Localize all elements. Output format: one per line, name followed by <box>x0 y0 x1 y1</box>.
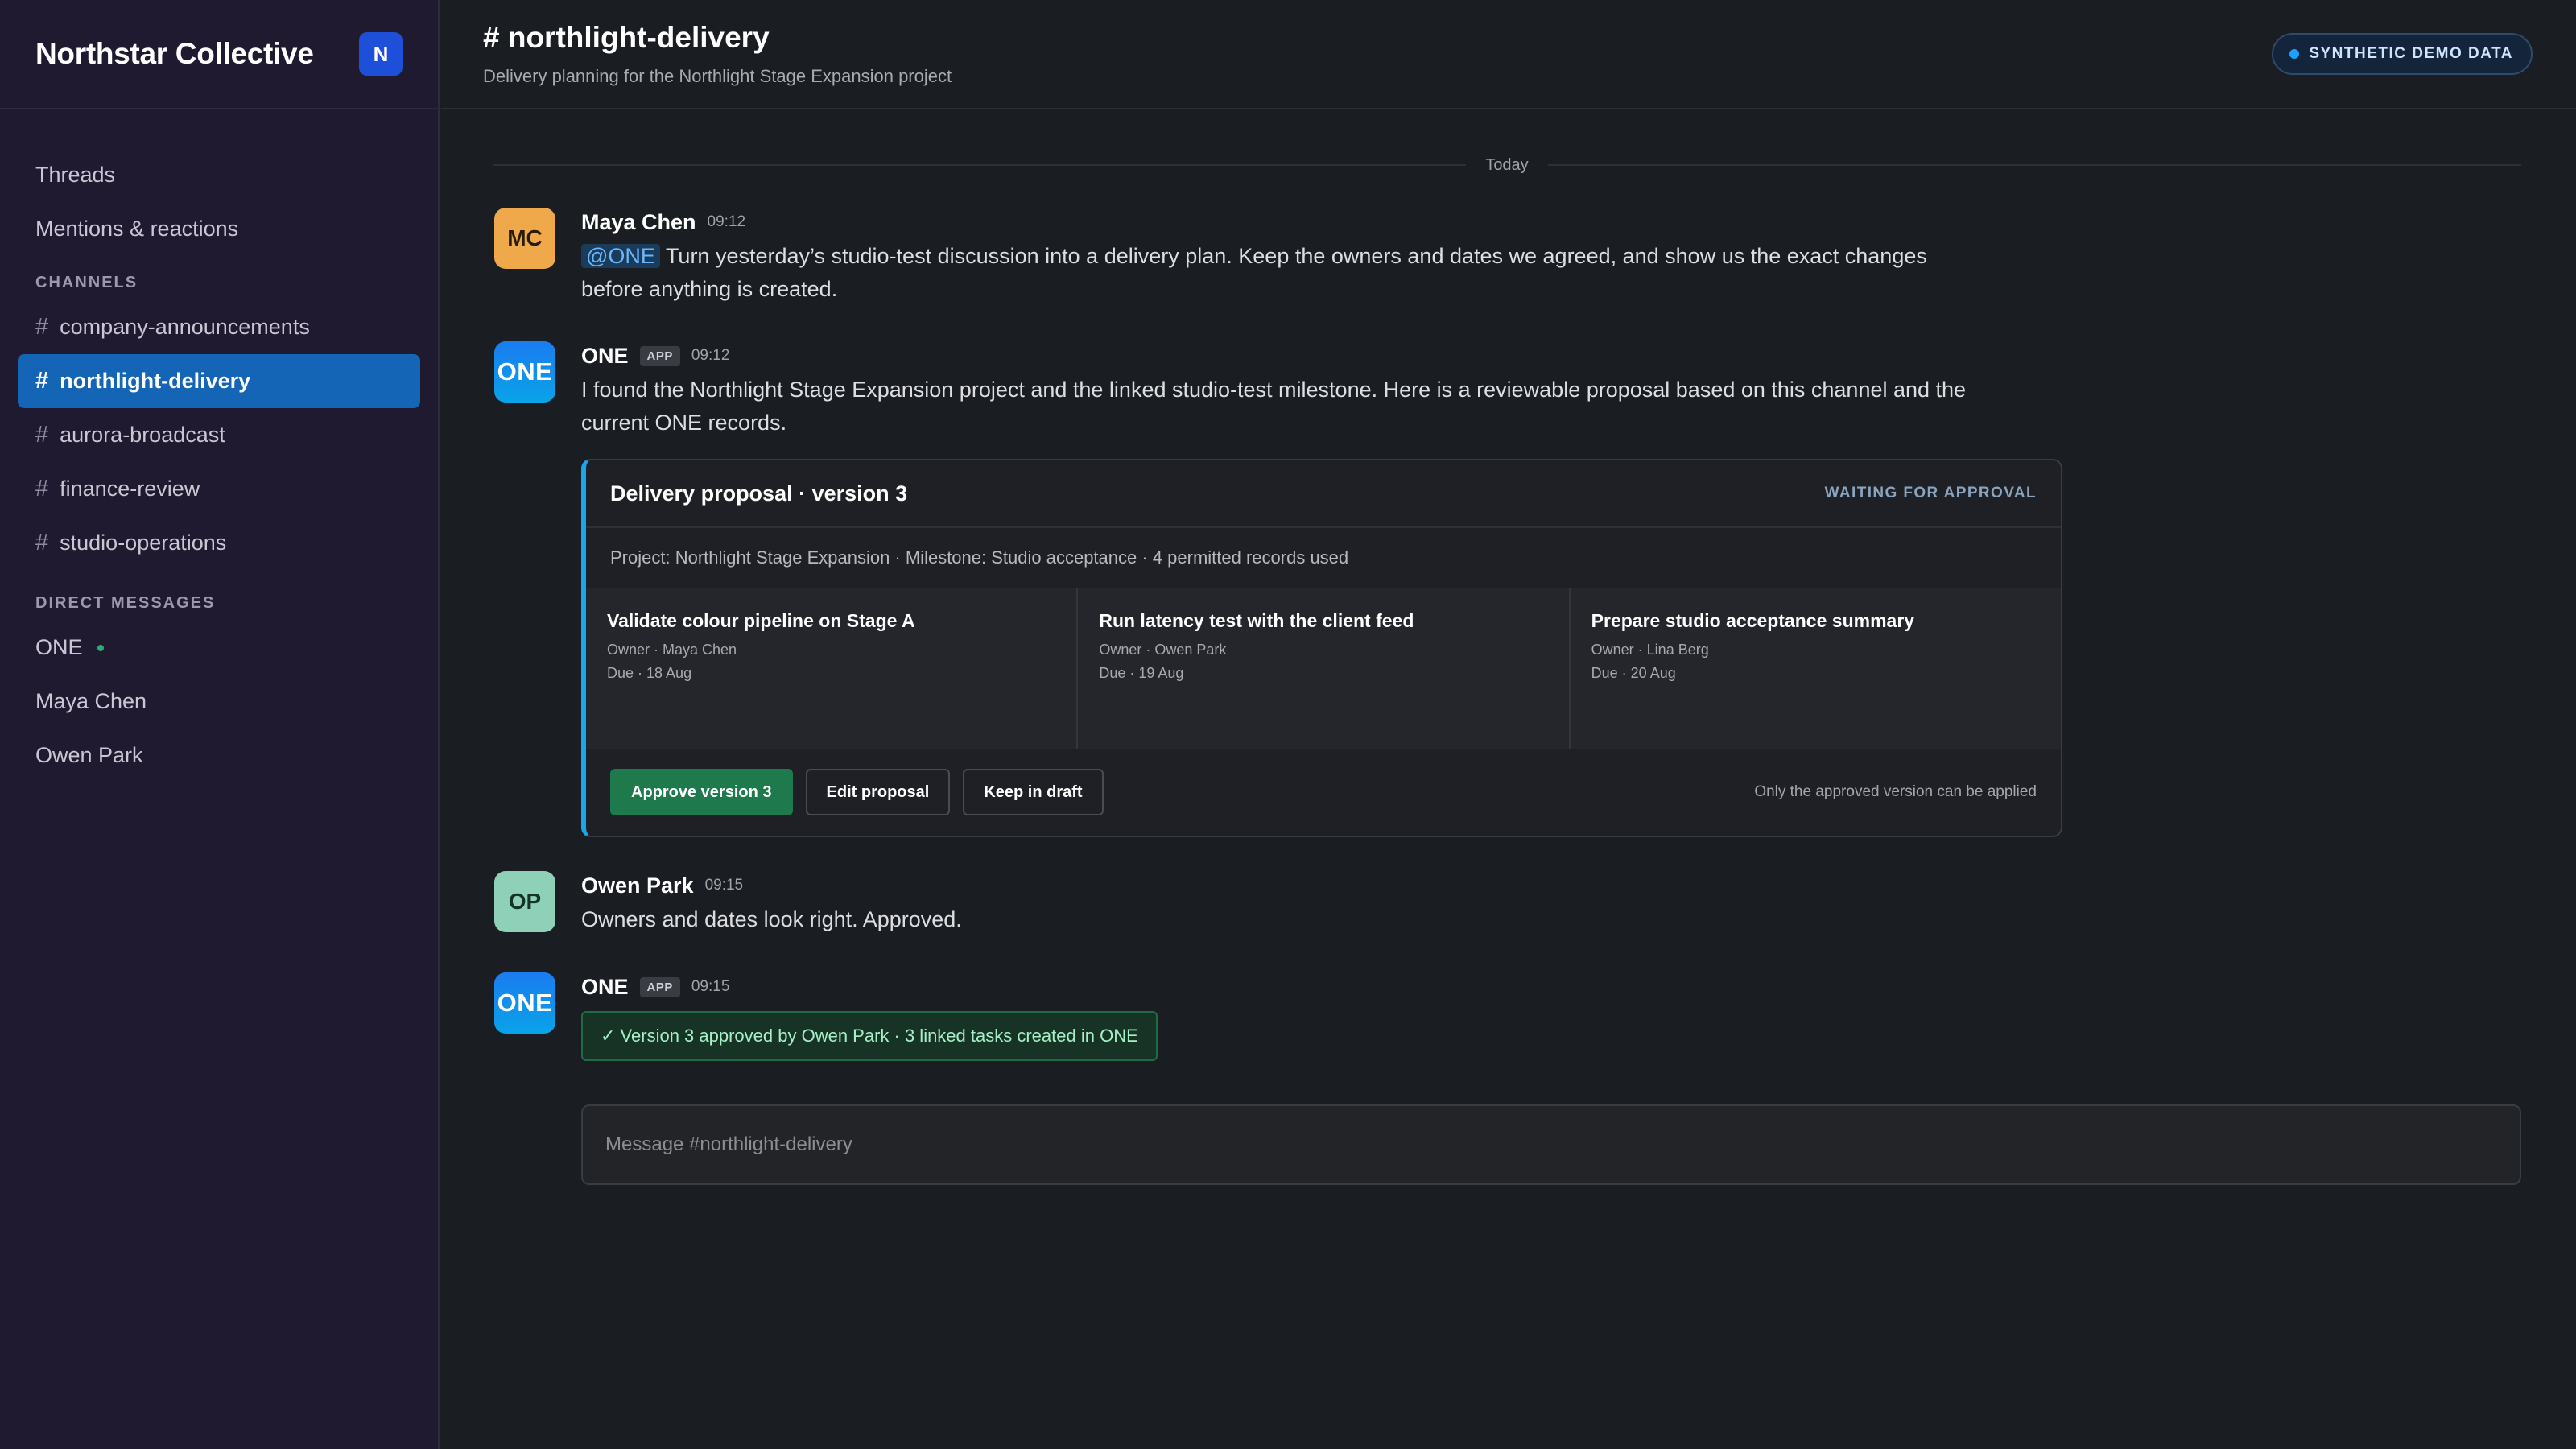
channels-section-label[interactable]: CHANNELS <box>0 256 438 300</box>
channel-label: company-announcements <box>60 315 310 339</box>
channel-label: finance-review <box>60 477 200 501</box>
proposal-scope: Project: Northlight Stage Expansion · Mi… <box>610 547 1349 568</box>
channel-label: aurora-broadcast <box>60 423 225 447</box>
dm-maya-chen[interactable]: Maya Chen <box>0 675 438 729</box>
message-text: I found the Northlight Stage Expansion p… <box>581 378 1967 435</box>
message-author[interactable]: Owen Park <box>581 873 694 898</box>
channel-header: # northlight-delivery Delivery planning … <box>441 0 2576 109</box>
avatar[interactable]: ONE <box>494 972 555 1034</box>
sidebar-item-mentions[interactable]: Mentions & reactions <box>0 202 438 256</box>
proposal-status: WAITING FOR APPROVAL <box>1824 485 2037 502</box>
hash-icon: # <box>35 422 49 448</box>
task-item: Run latency test with the client feed Ow… <box>1078 588 1571 749</box>
hash-icon: # <box>35 530 49 555</box>
task-title: Validate colour pipeline on Stage A <box>607 610 915 631</box>
dm-section-label[interactable]: DIRECT MESSAGES <box>0 576 438 621</box>
message: MC Maya Chen 09:12 @ONE Turn yesterday’s… <box>494 208 2521 306</box>
approve-button[interactable]: Approve version 3 <box>610 769 793 815</box>
message: ONE ONE APP 09:12 I found the Northlight… <box>494 341 2521 837</box>
dm-owen-park[interactable]: Owen Park <box>0 729 438 782</box>
hash-icon: # <box>35 314 49 340</box>
message-timestamp[interactable]: 09:15 <box>691 978 730 996</box>
proposal-title: Delivery proposal · version 3 <box>610 481 908 506</box>
sidebar-nav: Threads Mentions & reactions CHANNELS # … <box>0 109 438 782</box>
channel-company-announcements[interactable]: # company-announcements <box>18 300 420 354</box>
message-text: Owners and dates look right. Approved. <box>581 907 962 931</box>
edit-proposal-button[interactable]: Edit proposal <box>805 769 951 815</box>
hash-icon: # <box>35 368 49 394</box>
task-owner: Owner · Maya Chen <box>607 642 737 658</box>
divider-line <box>1547 164 2521 166</box>
channel-description: Delivery planning for the Northlight Sta… <box>483 66 952 86</box>
message-input[interactable] <box>605 1133 2497 1156</box>
workspace-header[interactable]: Northstar Collective N <box>0 0 438 109</box>
avatar[interactable]: MC <box>494 208 555 269</box>
channel-aurora-broadcast[interactable]: # aurora-broadcast <box>18 408 420 462</box>
date-divider: Today <box>493 153 2521 177</box>
demo-badge-label: SYNTHETIC DEMO DATA <box>2309 45 2513 62</box>
channel-studio-operations[interactable]: # studio-operations <box>18 516 420 570</box>
divider-line <box>493 164 1467 166</box>
avatar[interactable]: OP <box>494 871 555 932</box>
online-status-icon <box>97 644 104 651</box>
message-author[interactable]: Maya Chen <box>581 210 696 235</box>
message-timestamp[interactable]: 09:12 <box>691 347 730 365</box>
proposal-task-list: Validate colour pipeline on Stage A Owne… <box>586 588 2061 749</box>
proposal-card: Delivery proposal · version 3 WAITING FO… <box>581 459 2062 837</box>
app-badge: APP <box>639 345 680 366</box>
task-title: Run latency test with the client feed <box>1099 610 1414 631</box>
message-timestamp[interactable]: 09:12 <box>708 213 746 231</box>
channel-northlight-delivery[interactable]: # northlight-delivery <box>18 354 420 408</box>
task-due: Due · 19 Aug <box>1099 665 1184 681</box>
task-item: Prepare studio acceptance summary Owner … <box>1571 588 2061 749</box>
channel-view: # northlight-delivery Delivery planning … <box>441 0 2576 1449</box>
dm-one[interactable]: ONE <box>0 621 438 675</box>
sidebar: Northstar Collective N Threads Mentions … <box>0 0 440 1449</box>
task-owner: Owner · Owen Park <box>1099 642 1227 658</box>
workspace-name: Northstar Collective <box>35 37 314 70</box>
proposal-header: Delivery proposal · version 3 WAITING FO… <box>586 460 2061 528</box>
dm-label: ONE <box>35 635 83 659</box>
message-composer[interactable] <box>581 1104 2521 1185</box>
sidebar-item-threads[interactable]: Threads <box>0 148 438 202</box>
app-badge: APP <box>639 976 680 997</box>
channel-title[interactable]: # northlight-delivery <box>483 21 952 55</box>
message-timestamp[interactable]: 09:15 <box>705 877 744 894</box>
task-due: Due · 20 Aug <box>1591 665 1676 681</box>
task-item: Validate colour pipeline on Stage A Owne… <box>586 588 1079 749</box>
workspace-badge[interactable]: N <box>359 32 402 76</box>
message: OP Owen Park 09:15 Owners and dates look… <box>494 871 2521 936</box>
channel-label: studio-operations <box>60 530 227 555</box>
demo-data-badge: SYNTHETIC DEMO DATA <box>2272 33 2533 75</box>
message: ONE ONE APP 09:15 ✓ Version 3 approved b… <box>494 972 2521 1061</box>
channel-label: northlight-delivery <box>60 369 251 393</box>
approval-confirmation: ✓ Version 3 approved by Owen Park · 3 li… <box>581 1011 1158 1061</box>
dm-label: Owen Park <box>35 743 143 767</box>
mention-tag[interactable]: @ONE <box>581 244 660 268</box>
message-body: Turn yesterday’s studio-test discussion … <box>581 244 1927 301</box>
avatar[interactable]: ONE <box>494 341 555 402</box>
task-owner: Owner · Lina Berg <box>1591 642 1709 658</box>
message-text: @ONE Turn yesterday’s studio-test discus… <box>581 240 1982 306</box>
message-author[interactable]: ONE <box>581 975 629 1000</box>
status-dot-icon <box>2289 49 2300 59</box>
task-due: Due · 18 Aug <box>607 665 692 681</box>
dm-label: Maya Chen <box>35 689 147 713</box>
task-title: Prepare studio acceptance summary <box>1591 610 1915 631</box>
channel-finance-review[interactable]: # finance-review <box>18 462 420 516</box>
hash-icon: # <box>35 476 49 502</box>
approval-note: Only the approved version can be applied <box>1754 783 2037 800</box>
proposal-actions: Approve version 3 Edit proposal Keep in … <box>586 749 2061 836</box>
date-divider-label: Today <box>1485 155 1529 174</box>
message-author[interactable]: ONE <box>581 344 629 369</box>
channel-heading: # northlight-delivery Delivery planning … <box>483 21 952 87</box>
keep-draft-button[interactable]: Keep in draft <box>963 769 1104 815</box>
